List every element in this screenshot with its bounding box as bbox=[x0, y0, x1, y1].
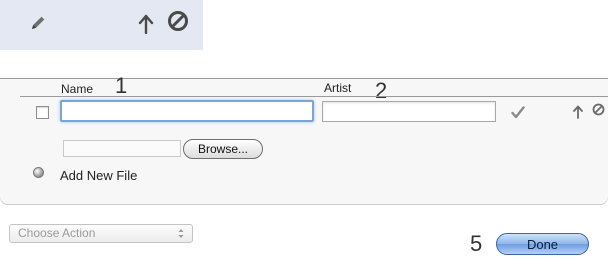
add-new-file-link[interactable]: Add New File bbox=[60, 168, 137, 183]
select-stepper-icon bbox=[178, 229, 184, 238]
name-field[interactable] bbox=[60, 100, 314, 122]
file-path-field[interactable] bbox=[63, 140, 181, 157]
pencil-icon[interactable] bbox=[28, 13, 48, 33]
choose-action-select[interactable]: Choose Action bbox=[9, 224, 193, 243]
row-up-arrow-icon[interactable] bbox=[572, 104, 584, 120]
callout-5: 5 bbox=[470, 231, 483, 256]
checkmark-icon[interactable] bbox=[509, 104, 527, 120]
choose-action-value: Choose Action bbox=[18, 226, 96, 240]
header-divider bbox=[20, 96, 608, 97]
row-checkbox[interactable] bbox=[36, 106, 49, 119]
up-arrow-icon[interactable] bbox=[135, 12, 157, 36]
done-button[interactable]: Done bbox=[496, 233, 589, 255]
artist-column-header[interactable]: Artist bbox=[324, 81, 351, 95]
browse-button[interactable]: Browse... bbox=[183, 139, 263, 159]
name-column-header[interactable]: Name bbox=[61, 82, 93, 96]
row-block-icon[interactable] bbox=[591, 102, 605, 116]
artist-field[interactable] bbox=[322, 101, 496, 122]
add-file-icon[interactable] bbox=[33, 167, 44, 178]
callout-1: 1 bbox=[115, 73, 128, 98]
block-icon[interactable] bbox=[166, 9, 190, 33]
icon-toolbar bbox=[0, 0, 203, 50]
callout-2: 2 bbox=[375, 78, 388, 103]
